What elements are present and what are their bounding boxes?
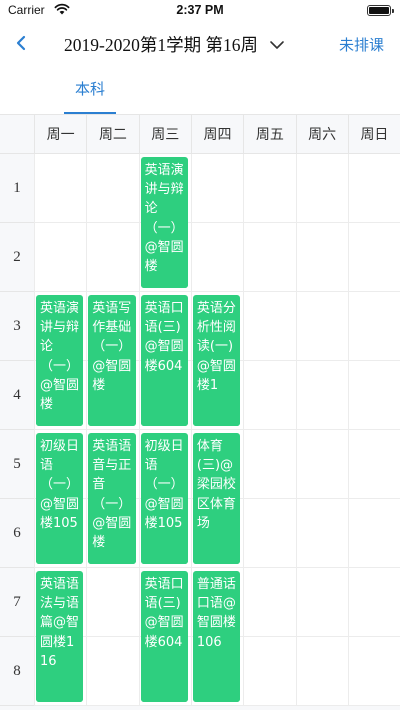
header-corner [0,115,34,155]
course-card[interactable]: 英语口语(三)@智圆楼604 [140,295,188,426]
course-overflow-fade [88,550,136,564]
course-card[interactable]: 英语写作基础（一）@智圆楼 [88,295,136,426]
column-divider [295,154,297,706]
row-divider [34,705,400,706]
back-chevron-icon[interactable] [10,30,32,56]
day-header: 周一 [34,115,86,155]
course-overflow-fade [140,550,188,564]
period-number: 3 [0,292,34,361]
course-label: 普通话口语@智圆楼106 [196,577,236,650]
term-week-selector[interactable]: 2019-2020第1学期 第16周 [64,32,286,57]
course-label: 英语口语(三)@智圆楼604 [144,577,184,650]
day-header: 周六 [295,115,348,155]
course-overflow-fade [140,688,188,702]
weekday-header: 周一 周二 周三 周四 周五 周六 周日 [0,114,400,155]
day-header: 周三 [138,115,191,155]
tab-label: 本科 [74,80,105,98]
day-header: 周四 [190,115,243,155]
course-overflow-fade [140,274,188,288]
course-overflow-fade [36,412,84,426]
course-card[interactable]: 英语口语(三)@智圆楼604 [140,571,188,702]
period-number: 6 [0,499,34,568]
tab-undergraduate[interactable]: 本科 [64,78,116,114]
course-card[interactable]: 英语演讲与辩论（一）@智圆楼 [36,295,84,426]
course-label: 英语演讲与辩论（一）@智圆楼 [144,163,184,275]
column-divider [243,154,245,706]
chevron-down-icon [270,40,284,49]
column-divider [347,154,349,706]
status-bar: Carrier 2:37 PM [0,0,400,22]
course-card[interactable]: 普通话口语@智圆楼106 [192,571,241,702]
column-divider [138,154,140,706]
period-number: 8 [0,637,34,706]
course-overflow-fade [192,550,241,564]
course-overflow-fade [192,688,241,702]
course-label: 英语语音与正音（一）@智圆楼 [92,439,132,551]
day-header: 周日 [347,115,400,155]
tab-bar: 本科 [0,66,400,114]
clock: 2:37 PM [176,3,224,17]
period-number: 2 [0,223,34,292]
row-divider [34,429,400,430]
unscheduled-courses-button[interactable]: 未排课 [339,34,384,55]
column-divider [190,154,192,706]
course-label: 初级日语（一）@智圆楼105 [144,439,184,531]
row-divider [34,567,400,568]
timetable-cells: 英语演讲与辩论（一）@智圆楼 英语演讲与辩论（一）@智圆楼 英语写作基础（一）@智圆… [34,154,400,706]
period-number: 5 [0,430,34,499]
course-card[interactable]: 英语语音与正音（一）@智圆楼 [88,433,136,564]
nav-bar: 2019-2020第1学期 第16周 未排课 [0,22,400,66]
battery-icon [367,5,394,16]
course-label: 英语写作基础（一）@智圆楼 [92,301,132,393]
row-divider [34,291,400,292]
course-card[interactable]: 英语演讲与辩论（一）@智圆楼 [140,157,188,288]
course-label: 体育(三)@梁园校区体育场 [196,439,236,531]
page-title: 2019-2020第1学期 第16周 [64,35,258,55]
column-divider [86,154,88,706]
period-number: 1 [0,154,34,223]
row-divider [34,222,400,223]
course-overflow-fade [192,412,241,426]
day-header: 周二 [86,115,138,155]
timetable-grid: 周一 周二 周三 周四 周五 周六 周日 12345678 英语演讲与辩论（一）@智圆楼 英语… [0,114,400,710]
course-overflow-fade [36,688,84,702]
course-label: 初级日语（一）@智圆楼105 [40,439,80,531]
course-label: 英语口语(三)@智圆楼604 [144,301,184,374]
day-header: 周五 [243,115,295,155]
course-label: 英语语法与语篇@智圆楼116 [40,577,80,669]
course-card[interactable]: 英语语法与语篇@智圆楼116 [36,571,84,702]
course-overflow-fade [88,412,136,426]
course-card[interactable]: 体育(三)@梁园校区体育场 [192,433,241,564]
period-number: 4 [0,361,34,430]
course-overflow-fade [140,412,188,426]
column-divider [34,154,35,706]
period-column: 12345678 [0,154,34,706]
course-card[interactable]: 英语分析性阅读(一)@智圆楼1 [192,295,241,426]
course-label: 英语演讲与辩论（一）@智圆楼 [40,301,80,413]
course-card[interactable]: 初级日语（一）@智圆楼105 [36,433,84,564]
course-label: 英语分析性阅读(一)@智圆楼1 [196,301,236,393]
course-overflow-fade [36,550,84,564]
course-card[interactable]: 初级日语（一）@智圆楼105 [140,433,188,564]
period-number: 7 [0,568,34,637]
